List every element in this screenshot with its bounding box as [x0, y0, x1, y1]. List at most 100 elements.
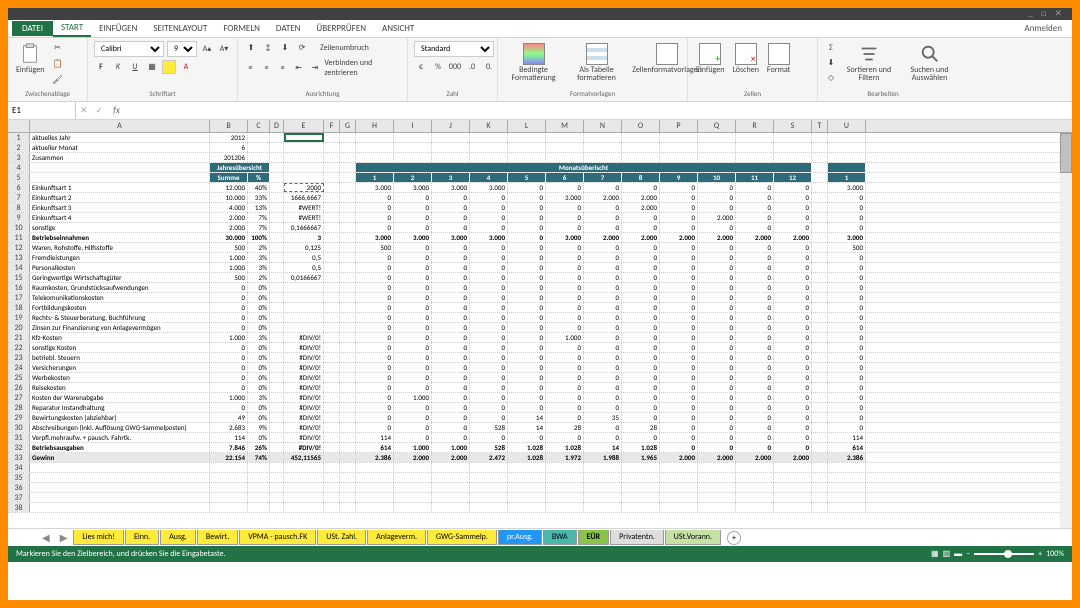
cell[interactable]: 0 [508, 293, 546, 302]
currency-button[interactable]: € [414, 60, 428, 74]
col-header-S[interactable]: S [774, 120, 812, 132]
cell[interactable]: 2.000 [660, 233, 698, 242]
cell[interactable]: 0 [356, 263, 394, 272]
copy-button[interactable]: 📋 [50, 57, 64, 71]
cell[interactable]: 2.683 [210, 423, 248, 432]
cell[interactable] [812, 473, 828, 482]
cell[interactable]: 0 [584, 383, 622, 392]
cell[interactable]: 0 [698, 363, 736, 372]
col-header-G[interactable]: G [340, 120, 356, 132]
cell[interactable]: 2.000 [698, 233, 736, 242]
cell[interactable]: 0 [546, 383, 584, 392]
cell[interactable]: 0 [698, 223, 736, 232]
cell[interactable]: 0 [622, 243, 660, 252]
cell[interactable] [324, 193, 340, 202]
cell[interactable]: 0 [470, 263, 508, 272]
cell[interactable]: 0 [828, 343, 866, 352]
cell[interactable]: 0 [660, 243, 698, 252]
cell[interactable]: 0 [698, 283, 736, 292]
cell[interactable] [546, 143, 584, 152]
sheet-tab[interactable]: Lies mich! [73, 530, 124, 545]
cell[interactable] [340, 433, 356, 442]
cell[interactable] [324, 503, 340, 512]
cell[interactable] [812, 223, 828, 232]
cell[interactable]: 0% [248, 313, 270, 322]
cell[interactable]: #WERT! [284, 203, 324, 212]
cell[interactable]: 2.000 [774, 453, 812, 462]
cell[interactable] [324, 363, 340, 372]
cell[interactable] [356, 503, 394, 512]
cell[interactable]: 0 [546, 303, 584, 312]
cell[interactable] [812, 143, 828, 152]
cell[interactable]: 0 [432, 393, 470, 402]
cell[interactable] [508, 503, 546, 512]
cell[interactable] [270, 393, 284, 402]
cell[interactable]: 0 [432, 313, 470, 322]
cell[interactable]: 0 [546, 183, 584, 192]
cell[interactable] [340, 363, 356, 372]
cut-button[interactable]: ✂ [50, 41, 64, 55]
cell[interactable]: 0 [508, 433, 546, 442]
row-header[interactable]: 31 [8, 433, 30, 442]
cell[interactable]: 0 [546, 403, 584, 412]
cell[interactable] [356, 143, 394, 152]
cell[interactable] [812, 423, 828, 432]
cell[interactable]: 0 [660, 253, 698, 262]
cell[interactable] [324, 153, 340, 162]
cell[interactable]: 0 [698, 373, 736, 382]
cell[interactable] [394, 143, 432, 152]
cell[interactable] [248, 483, 270, 492]
cell[interactable]: 0% [248, 363, 270, 372]
cell[interactable]: 0 [210, 383, 248, 392]
cell[interactable]: 0% [248, 403, 270, 412]
cell[interactable]: 1.000 [432, 443, 470, 452]
cell[interactable] [812, 393, 828, 402]
cell[interactable]: 2 [394, 173, 432, 182]
cell[interactable] [284, 153, 324, 162]
cell[interactable]: 0 [774, 443, 812, 452]
row-header[interactable]: 11 [8, 233, 30, 242]
cell[interactable] [828, 463, 866, 472]
cell[interactable]: 0 [210, 363, 248, 372]
orientation-button[interactable]: ⟳ [295, 41, 309, 55]
cell[interactable] [324, 143, 340, 152]
cell[interactable] [546, 463, 584, 472]
cell[interactable] [546, 473, 584, 482]
cell[interactable]: 0 [774, 353, 812, 362]
cell[interactable] [324, 163, 340, 172]
col-header-R[interactable]: R [736, 120, 774, 132]
cell[interactable]: #DIV/0! [284, 353, 324, 362]
cell[interactable]: 0 [432, 283, 470, 292]
cell[interactable] [340, 303, 356, 312]
cell[interactable]: 0 [394, 293, 432, 302]
cell[interactable] [470, 473, 508, 482]
cell[interactable]: 0 [736, 253, 774, 262]
cell[interactable]: 0 [470, 403, 508, 412]
cell[interactable] [30, 493, 210, 502]
cell[interactable] [812, 413, 828, 422]
cell[interactable] [828, 483, 866, 492]
cell[interactable]: 0 [774, 203, 812, 212]
cell[interactable]: 0 [508, 393, 546, 402]
font-color-button[interactable]: A [179, 60, 193, 74]
cell[interactable] [324, 443, 340, 452]
cell[interactable] [508, 463, 546, 472]
cell[interactable]: Betriebsausgaben [30, 443, 210, 452]
cell[interactable]: 0 [432, 383, 470, 392]
cell[interactable] [324, 313, 340, 322]
cell[interactable]: 0 [698, 313, 736, 322]
cell[interactable]: 0 [828, 333, 866, 342]
cell[interactable] [340, 273, 356, 282]
cell[interactable] [340, 243, 356, 252]
cell[interactable] [210, 503, 248, 512]
formula-input[interactable] [126, 102, 1072, 119]
cell[interactable] [270, 453, 284, 462]
minimize-icon[interactable]: _ [1029, 8, 1033, 19]
cell[interactable]: 0 [698, 403, 736, 412]
cell[interactable] [340, 403, 356, 412]
cell[interactable] [774, 493, 812, 502]
cell[interactable]: 0 [622, 343, 660, 352]
cell[interactable]: 0 [698, 293, 736, 302]
cell[interactable]: 2.000 [736, 453, 774, 462]
cell[interactable] [284, 503, 324, 512]
